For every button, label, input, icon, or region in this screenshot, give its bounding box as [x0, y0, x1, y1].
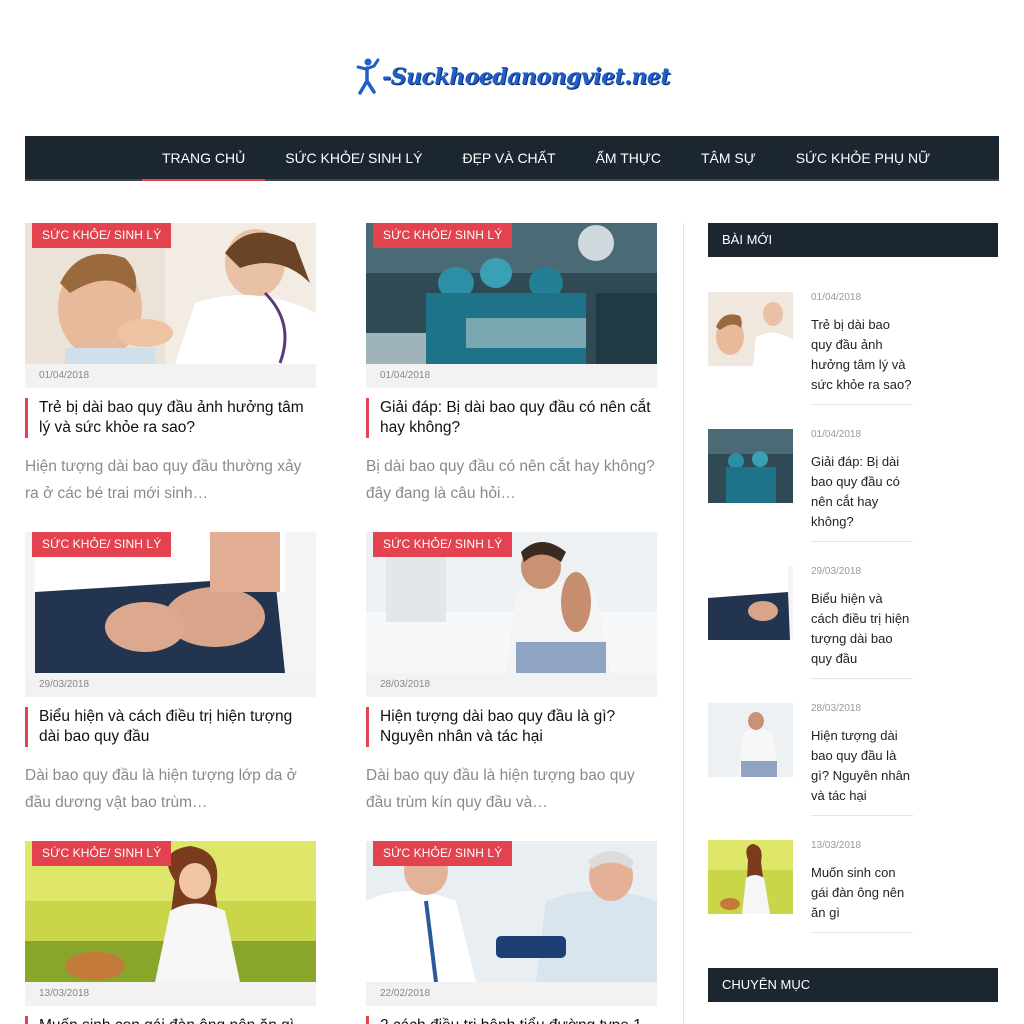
athlete-icon	[356, 58, 380, 95]
post-thumbnail[interactable]: SỨC KHỎE/ SINH LÝ	[366, 223, 657, 364]
recent-post-title[interactable]: Trẻ bị dài bao quy đầu ảnh hưởng tâm lý …	[811, 315, 913, 395]
post-card: SỨC KHỎE/ SINH LÝ 13/03/2018 Muốn sinh c…	[25, 841, 316, 1024]
recent-post-title[interactable]: Giải đáp: Bị dài bao quy đầu có nên cắt …	[811, 452, 913, 532]
post-title[interactable]: Giải đáp: Bị dài bao quy đầu có nên cắt …	[366, 398, 657, 438]
recent-post-date: 29/03/2018	[811, 566, 862, 577]
recent-post-date: 01/04/2018	[811, 429, 862, 440]
post-card: SỨC KHỎE/ SINH LÝ 29/03/2018 Biểu hiện v…	[25, 532, 316, 816]
categories-title: CHUYÊN MỤC	[708, 968, 998, 1002]
logo-text: -Suckhoedanongviet.net	[381, 64, 671, 90]
category-badge[interactable]: SỨC KHỎE/ SINH LÝ	[32, 532, 172, 557]
post-title[interactable]: 2 cách điều trị bệnh tiểu đường type 1	[366, 1016, 657, 1024]
category-badge[interactable]: SỨC KHỎE/ SINH LÝ	[373, 223, 513, 248]
post-excerpt: Hiện tượng dài bao quy đầu thường xảy ra…	[25, 458, 302, 502]
recent-post-thumbnail[interactable]	[708, 566, 793, 640]
doctor-child-photo	[708, 292, 793, 366]
post-title[interactable]: Biểu hiện và cách điều trị hiện tượng dà…	[25, 707, 316, 747]
main-nav: TRANG CHỦ SỨC KHỎE/ SINH LÝ ĐẸP VÀ CHẤT …	[25, 136, 999, 181]
worried-man-photo	[708, 703, 793, 777]
post-date: 22/02/2018	[366, 982, 657, 1006]
recent-post-thumbnail[interactable]	[708, 292, 793, 366]
post-thumbnail[interactable]: SỨC KHỎE/ SINH LÝ	[25, 223, 316, 364]
recent-post-item[interactable]: 13/03/2018 Muốn sinh con gái đàn ông nên…	[708, 840, 913, 935]
recent-post-date: 01/04/2018	[811, 292, 862, 303]
post-card: SỨC KHỎE/ SINH LÝ 22/02/2018 2 cách điều…	[366, 841, 657, 1024]
category-badge[interactable]: SỨC KHỎE/ SINH LÝ	[373, 841, 513, 866]
post-card: SỨC KHỎE/ SINH LÝ 28/03/2018 Hiện tượng …	[366, 532, 657, 816]
nav-item-home[interactable]: TRANG CHỦ	[142, 136, 266, 181]
category-badge[interactable]: SỨC KHỎE/ SINH LÝ	[373, 532, 513, 557]
recent-post-item[interactable]: 01/04/2018 Giải đáp: Bị dài bao quy đầu …	[708, 429, 913, 544]
recent-post-title[interactable]: Muốn sinh con gái đàn ông nên ăn gì	[811, 863, 913, 923]
surgery-team-photo	[708, 429, 793, 503]
post-title[interactable]: Hiện tượng dài bao quy đầu là gì? Nguyên…	[366, 707, 657, 747]
column-divider	[683, 223, 684, 1024]
recent-post-item[interactable]: 28/03/2018 Hiện tượng dài bao quy đầu là…	[708, 703, 913, 818]
post-thumbnail[interactable]: SỨC KHỎE/ SINH LÝ	[366, 532, 657, 673]
site-header: -Suckhoedanongviet.net	[0, 52, 1024, 102]
recent-post-date: 13/03/2018	[811, 840, 862, 851]
recent-post-thumbnail[interactable]	[708, 703, 793, 777]
post-excerpt: Bị dài bao quy đầu có nên cắt hay không?…	[366, 458, 655, 502]
post-card: SỨC KHỎE/ SINH LÝ 01/04/2018 Trẻ bị dài …	[25, 223, 316, 507]
nav-item-beauty[interactable]: ĐẸP VÀ CHẤT	[442, 136, 575, 179]
post-excerpt: Dài bao quy đầu là hiện tượng bao quy đầ…	[366, 767, 635, 811]
recent-post-thumbnail[interactable]	[708, 429, 793, 503]
divider	[811, 678, 913, 679]
divider	[811, 541, 913, 542]
post-excerpt: Dài bao quy đầu là hiện tượng lớp da ở đ…	[25, 767, 297, 811]
post-title[interactable]: Muốn sinh con gái đàn ông nên ăn gì	[25, 1016, 316, 1024]
recent-post-date: 28/03/2018	[811, 703, 862, 714]
post-date: 01/04/2018	[25, 364, 316, 388]
post-thumbnail[interactable]: SỨC KHỎE/ SINH LÝ	[366, 841, 657, 982]
post-date: 01/04/2018	[366, 364, 657, 388]
recent-posts-title: BÀI MỚI	[708, 223, 998, 257]
post-title[interactable]: Trẻ bị dài bao quy đầu ảnh hưởng tâm lý …	[25, 398, 316, 438]
nav-item-confide[interactable]: TÂM SỰ	[681, 136, 776, 179]
nav-item-women-health[interactable]: SỨC KHỎE PHỤ NỮ	[776, 136, 950, 179]
divider	[811, 932, 913, 933]
recent-post-thumbnail[interactable]	[708, 840, 793, 914]
post-date: 13/03/2018	[25, 982, 316, 1006]
post-card: SỨC KHỎE/ SINH LÝ 01/04/2018 Giải đáp: B…	[366, 223, 657, 507]
post-thumbnail[interactable]: SỨC KHỎE/ SINH LÝ	[25, 841, 316, 982]
divider	[811, 404, 913, 405]
man-holding-groin-photo	[708, 566, 793, 640]
category-badge[interactable]: SỨC KHỎE/ SINH LÝ	[32, 841, 172, 866]
recent-post-item[interactable]: 29/03/2018 Biểu hiện và cách điều trị hi…	[708, 566, 913, 681]
post-thumbnail[interactable]: SỨC KHỎE/ SINH LÝ	[25, 532, 316, 673]
nav-item-health[interactable]: SỨC KHỎE/ SINH LÝ	[265, 136, 442, 179]
girl-with-dog-photo	[708, 840, 793, 914]
post-date: 28/03/2018	[366, 673, 657, 697]
recent-post-title[interactable]: Hiện tượng dài bao quy đầu là gì? Nguyên…	[811, 726, 913, 806]
post-date: 29/03/2018	[25, 673, 316, 697]
category-badge[interactable]: SỨC KHỎE/ SINH LÝ	[32, 223, 172, 248]
nav-item-food[interactable]: ẨM THỰC	[576, 136, 681, 179]
recent-post-item[interactable]: 01/04/2018 Trẻ bị dài bao quy đầu ảnh hư…	[708, 292, 913, 407]
divider	[811, 815, 913, 816]
site-logo[interactable]: -Suckhoedanongviet.net	[354, 57, 671, 97]
recent-post-title[interactable]: Biểu hiện và cách điều trị hiện tượng dà…	[811, 589, 913, 669]
